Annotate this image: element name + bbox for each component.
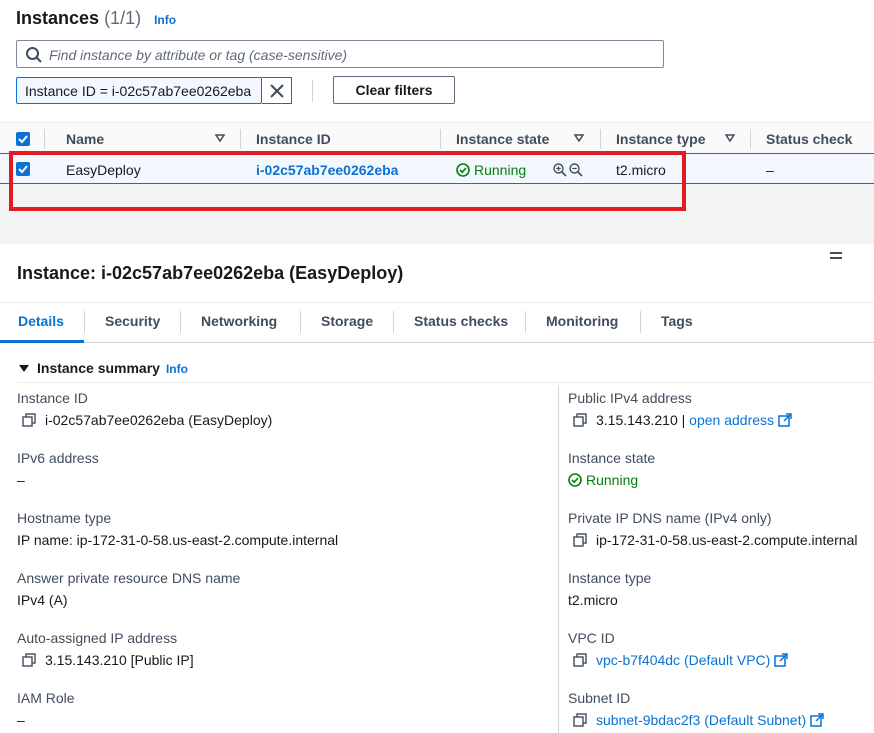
column-divider [440,129,441,149]
tab-storage[interactable]: Storage [321,313,373,329]
column-header-status-check[interactable]: Status check [766,131,852,147]
column-header-instance-type[interactable]: Instance type [616,131,705,147]
value-iam-role: – [17,712,25,728]
row-status-check: – [766,162,774,178]
label-public-ipv4: Public IPv4 address [568,390,692,406]
column-divider [44,129,45,149]
summary-divider [17,382,874,383]
status-ok-icon [568,473,582,487]
filter-divider [312,80,313,102]
value-subnet-id: subnet-9bdac2f3 (Default Subnet) [573,712,824,728]
value-auto-ip-text: 3.15.143.210 [Public IP] [45,652,194,668]
page-title: Instances (1/1) Info [16,8,176,29]
value-separator: | [677,412,690,428]
label-hostname-type: Hostname type [17,510,112,526]
label-iam-role: IAM Role [17,690,75,706]
detail-title: Instance: i-02c57ab7ee0262eba (EasyDeplo… [17,263,404,283]
page-title-text: Instances [16,8,100,28]
copy-icon[interactable] [573,413,587,427]
column-divider [600,129,601,149]
value-vpc-id: vpc-b7f404dc (Default VPC) [573,652,789,668]
column-divider [558,385,559,733]
copy-icon[interactable] [573,653,587,667]
copy-icon[interactable] [573,713,587,727]
tab-divider [300,311,301,333]
value-public-ipv4: 3.15.143.210 | open address [573,412,792,428]
label-answer-dns: Answer private resource DNS name [17,570,241,586]
label-vpc-id: VPC ID [568,630,615,646]
instance-count: (1/1) [104,8,142,28]
tab-divider [393,311,394,333]
value-ipv6-address: – [17,472,25,488]
value-public-ipv4-text: 3.15.143.210 [596,412,678,428]
label-auto-ip: Auto-assigned IP address [17,630,178,646]
close-icon [270,84,284,98]
value-answer-dns: IPv4 (A) [17,592,68,608]
filter-token-label: Instance ID = i-02c57ab7ee0262eba [25,83,252,99]
checkmark-icon [18,135,28,144]
remove-filter-button[interactable] [262,77,292,104]
clear-filters-button[interactable]: Clear filters [333,76,455,104]
external-link-icon[interactable] [810,713,824,727]
active-tab-indicator [0,340,84,343]
label-instance-type: Instance type [568,570,652,586]
subnet-link[interactable]: subnet-9bdac2f3 (Default Subnet) [596,712,806,728]
tab-details[interactable]: Details [18,313,64,329]
value-private-dns-text: ip-172-31-0-58.us-east-2.compute.interna… [596,532,858,548]
open-address-link[interactable]: open address [689,412,774,428]
tab-divider [525,311,526,333]
external-link-icon[interactable] [774,653,789,667]
label-instance-state: Instance state [568,450,656,466]
tab-status-checks[interactable]: Status checks [414,313,508,329]
select-all-checkbox[interactable] [16,132,30,146]
copy-icon[interactable] [22,413,36,427]
search-placeholder: Find instance by attribute or tag (case-… [49,47,348,63]
tab-divider [180,311,181,333]
value-instance-state: Running [568,472,638,488]
tab-monitoring[interactable]: Monitoring [546,313,618,329]
label-ipv6-address: IPv6 address [17,450,99,466]
value-auto-ip: 3.15.143.210 [Public IP] [22,652,194,668]
value-instance-state-text: Running [586,472,639,488]
tab-tags[interactable]: Tags [661,313,693,329]
value-instance-id: i-02c57ab7ee0262eba (EasyDeploy) [22,412,272,428]
column-header-instance-id[interactable]: Instance ID [256,131,331,147]
external-link-icon[interactable] [778,413,792,427]
panel-resize-handle[interactable] [830,252,842,260]
search-icon [26,47,42,63]
sort-icon[interactable] [725,134,735,142]
tab-security[interactable]: Security [105,313,160,329]
column-divider [750,129,751,149]
summary-title: Instance summary [37,360,160,376]
copy-icon[interactable] [573,533,587,547]
tab-divider [640,311,641,333]
detail-tabs: Details Security Networking Storage Stat… [0,302,874,343]
summary-info-link[interactable]: Info [166,362,188,376]
label-private-dns: Private IP DNS name (IPv4 only) [568,510,772,526]
highlight-box [9,151,686,211]
caret-down-icon [19,365,29,372]
instance-summary-toggle[interactable]: Instance summary Info [19,360,188,376]
tab-divider [84,311,85,333]
tab-networking[interactable]: Networking [201,313,277,329]
info-link[interactable]: Info [154,13,176,27]
label-instance-id: Instance ID [17,390,88,406]
value-instance-id-text: i-02c57ab7ee0262eba (EasyDeploy) [45,412,273,428]
column-header-instance-state[interactable]: Instance state [456,131,549,147]
copy-icon[interactable] [22,653,36,667]
vpc-link[interactable]: vpc-b7f404dc (Default VPC) [596,652,770,668]
label-subnet-id: Subnet ID [568,690,631,706]
search-input[interactable]: Find instance by attribute or tag (case-… [16,40,664,68]
sort-icon[interactable] [215,134,225,142]
value-instance-type: t2.micro [568,592,618,608]
filter-token[interactable]: Instance ID = i-02c57ab7ee0262eba [16,77,262,104]
column-divider [240,129,241,149]
sort-icon[interactable] [574,134,584,142]
table-header: Name Instance ID Instance state Instance… [0,122,874,153]
value-private-dns: ip-172-31-0-58.us-east-2.compute.interna… [573,532,857,548]
column-header-name[interactable]: Name [66,131,104,147]
value-hostname-type: IP name: ip-172-31-0-58.us-east-2.comput… [17,532,339,548]
